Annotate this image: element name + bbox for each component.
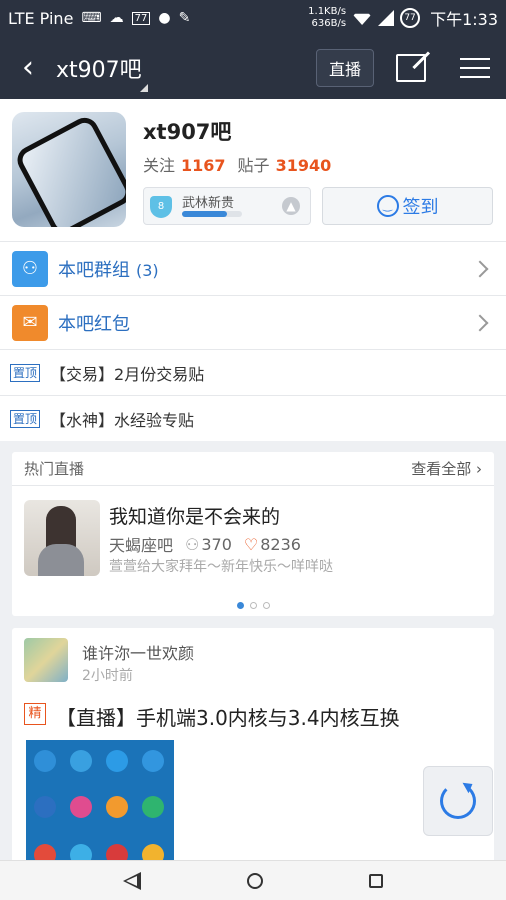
speed-up: 1.1KB/s (308, 6, 347, 17)
posts-label: 贴子 (237, 156, 270, 175)
pinned-tag: 置顶 (10, 363, 41, 382)
clock: 下午1:33 (430, 10, 498, 29)
nav-home-icon[interactable] (247, 872, 263, 889)
apple-icon: ● (158, 10, 171, 26)
red-packet-label: 本吧红包 (58, 313, 130, 335)
group-icon: ⚇ (12, 250, 48, 287)
group-label: 本吧群组 (3) (58, 259, 159, 281)
level-progress-track (182, 211, 242, 217)
nav-recent-icon[interactable] (369, 873, 383, 888)
refresh-button[interactable] (423, 766, 493, 836)
thread-card[interactable]: 谁许沵一世欢颜 2小时前 精 【直播】手机端3.0内核与3.4内核互换 (12, 628, 494, 868)
back-icon[interactable]: ‹ (0, 36, 56, 99)
keyboard-icon: ⌨ (81, 10, 102, 26)
forum-name: xt907吧 (143, 120, 232, 144)
speed-down: 636B/s (311, 18, 347, 29)
see-all-link[interactable]: 查看全部 › (411, 458, 482, 479)
post-time: 2小时前 (82, 668, 133, 684)
viewers-icon: ⚇ (185, 534, 200, 554)
featured-tag: 精 (24, 703, 46, 725)
sign-in-label: 签到 (402, 197, 439, 218)
red-packet-icon: ✉ (12, 304, 48, 341)
forum-stats: 关注 1167 贴子 31940 (143, 152, 343, 176)
live-section-header: 热门直播 查看全部 › (12, 452, 494, 486)
wifi-icon (352, 13, 373, 25)
page-title[interactable]: xt907吧 (56, 52, 316, 92)
level-badge-icon: 8 (150, 196, 172, 218)
cleaner-icon: ✎ (178, 10, 191, 26)
carousel-dot-1[interactable] (236, 602, 244, 609)
posts-count: 31940 (275, 156, 332, 175)
live-viewers: 370 (201, 534, 232, 554)
edit-icon[interactable] (396, 53, 426, 82)
follow-label: 关注 (143, 156, 176, 175)
rocket-icon: ▲ (282, 197, 300, 215)
network-speed: 1.1KB/s 636B/s (308, 6, 346, 30)
refresh-icon (440, 783, 476, 819)
live-heading: 热门直播 (24, 460, 85, 478)
cloud-icon: ☁ (109, 10, 124, 26)
status-bar: LTE Pine ⌨ ☁ 77 ● ✎ 1.1KB/s 636B/s 77 下午… (0, 0, 506, 36)
system-nav-bar (0, 860, 506, 900)
live-likes: 8236 (260, 534, 301, 554)
signal-icon (378, 10, 395, 26)
carousel-dot-2[interactable] (249, 602, 257, 609)
post-image[interactable] (26, 740, 174, 868)
heart-icon: ♡ (243, 534, 259, 554)
level-name: 武林新贵 (182, 196, 235, 211)
forum-avatar[interactable] (12, 112, 126, 227)
carrier-label: LTE Pine (8, 8, 74, 28)
post-title[interactable]: 【直播】手机端3.0内核与3.4内核互换 (56, 702, 400, 731)
chevron-right-icon (471, 314, 489, 331)
follow-count: 1167 (181, 156, 226, 175)
live-button[interactable]: 直播 (315, 48, 374, 87)
group-row[interactable]: ⚇ 本吧群组 (3) (0, 241, 506, 295)
app-bar: ‹ xt907吧 直播 (0, 36, 506, 99)
menu-icon[interactable] (460, 51, 490, 85)
pinned-thread[interactable]: 置顶 【水神】水经验专贴 (0, 395, 506, 441)
carousel-dot-3[interactable] (262, 602, 270, 609)
live-title: 我知道你是不会来的 (109, 506, 281, 528)
smile-icon: ‿ (376, 195, 399, 217)
red-packet-row[interactable]: ✉ 本吧红包 (0, 295, 506, 349)
sign-in-button[interactable]: ‿ 签到 (322, 187, 493, 225)
level-progress-fill (182, 211, 227, 217)
notification-badge-icon: 77 (131, 11, 151, 25)
live-meta: 天蝎座吧 ⚇ 370 ♡ 8236 (109, 532, 301, 556)
nav-back-icon[interactable] (123, 871, 141, 890)
user-avatar[interactable] (24, 638, 68, 682)
live-forum: 天蝎座吧 (109, 536, 174, 555)
pinned-thread[interactable]: 置顶 【交易】2月份交易贴 (0, 349, 506, 395)
chevron-right-icon (471, 260, 489, 277)
carousel-dots (12, 594, 494, 613)
live-thumbnail (24, 500, 100, 576)
pinned-tag: 置顶 (10, 409, 41, 428)
pinned-title: 【交易】2月份交易贴 (50, 364, 205, 384)
member-level[interactable]: 8 武林新贵 ▲ (143, 187, 311, 225)
live-desc: 萱萱给大家拜年～新年快乐～咩咩哒 (109, 559, 333, 575)
post-author[interactable]: 谁许沵一世欢颜 (82, 640, 194, 664)
pinned-title: 【水神】水经验专贴 (50, 410, 195, 430)
battery-icon: 77 (400, 8, 421, 28)
group-count: (3) (136, 260, 159, 280)
forum-links: ⚇ 本吧群组 (3) ✉ 本吧红包 置顶 【交易】2月份交易贴 置顶 【水神】水经… (0, 241, 506, 441)
